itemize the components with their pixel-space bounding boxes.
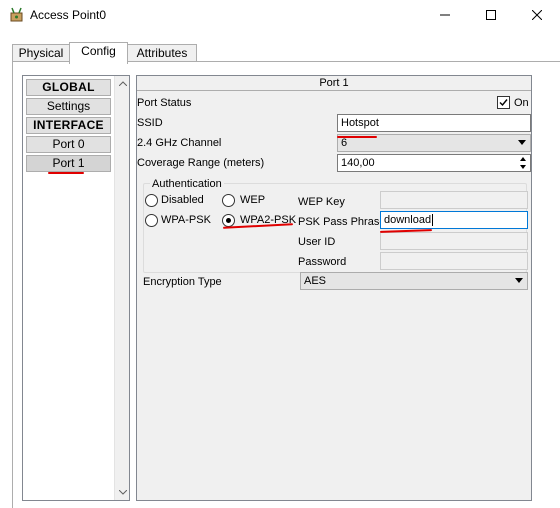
ssid-label: SSID <box>137 117 163 129</box>
sidebar-scrollbar[interactable] <box>114 76 129 500</box>
radio-disabled[interactable] <box>145 194 158 207</box>
port-status-checkbox[interactable] <box>497 96 510 109</box>
text-cursor <box>432 214 434 227</box>
channel-value: 6 <box>341 137 348 149</box>
annotation-underline-ssid <box>337 136 377 138</box>
user-id-label: User ID <box>298 236 336 248</box>
pane-title: Port 1 <box>137 76 531 91</box>
encryption-type-select[interactable]: AES <box>300 272 528 290</box>
chevron-down-icon <box>515 278 523 283</box>
radio-wpa-psk-label: WPA-PSK <box>161 214 211 226</box>
maximize-button[interactable] <box>468 0 514 31</box>
password-input[interactable] <box>380 252 528 270</box>
access-point-icon <box>9 7 25 23</box>
ssid-input[interactable]: Hotspot <box>337 114 531 132</box>
encryption-type-label: Encryption Type <box>143 276 222 288</box>
tab-config[interactable]: Config <box>69 42 128 64</box>
close-icon <box>531 9 543 23</box>
spin-down-icon[interactable] <box>516 163 530 171</box>
coverage-label: Coverage Range (meters) <box>137 157 265 169</box>
radio-wep[interactable] <box>222 194 235 207</box>
minimize-button[interactable] <box>422 0 468 31</box>
sidebar-item-global[interactable]: GLOBAL <box>26 79 111 96</box>
psk-pass-phrase-input[interactable]: download <box>380 211 528 229</box>
psk-pass-phrase-value: download <box>384 214 432 226</box>
chevron-down-icon <box>518 140 526 145</box>
sidebar-item-settings[interactable]: Settings <box>26 98 111 115</box>
scroll-down-icon[interactable] <box>115 485 130 500</box>
radio-selected-dot <box>226 218 231 223</box>
window-title: Access Point0 <box>30 8 107 22</box>
close-button[interactable] <box>514 0 560 31</box>
spin-up-icon[interactable] <box>516 155 530 163</box>
user-id-input[interactable] <box>380 232 528 250</box>
title-bar: Access Point0 <box>0 0 560 32</box>
port-status-on-label: On <box>514 97 529 109</box>
minimize-icon <box>440 9 450 23</box>
scroll-up-icon[interactable] <box>115 76 130 91</box>
spinner-buttons <box>516 155 530 171</box>
sidebar-item-interface[interactable]: INTERFACE <box>26 117 111 134</box>
port-status-label: Port Status <box>137 97 192 109</box>
wep-key-input[interactable] <box>380 191 528 209</box>
config-sidebar: GLOBAL Settings INTERFACE Port 0 Port 1 <box>22 75 130 501</box>
psk-pass-phrase-label: PSK Pass Phrase <box>298 216 386 228</box>
radio-wpa2-psk[interactable] <box>222 214 235 227</box>
tab-strip: Physical Config Attributes <box>0 32 560 64</box>
coverage-value: 140,00 <box>341 157 375 169</box>
radio-wpa-psk[interactable] <box>145 214 158 227</box>
radio-disabled-label: Disabled <box>161 194 204 206</box>
wep-key-label: WEP Key <box>298 196 345 208</box>
sidebar-item-port-1[interactable]: Port 1 <box>26 155 111 172</box>
sidebar-item-port-0[interactable]: Port 0 <box>26 136 111 153</box>
maximize-icon <box>486 9 496 23</box>
channel-label: 2.4 GHz Channel <box>137 137 222 149</box>
coverage-spinner[interactable]: 140,00 <box>337 154 531 172</box>
encryption-type-value: AES <box>304 275 327 287</box>
port-config-pane: Port 1 Port Status On SSID Hotspot 2.4 G… <box>136 75 532 501</box>
annotation-underline-port-1 <box>48 172 84 174</box>
authentication-group-label: Authentication <box>150 178 224 190</box>
radio-wep-label: WEP <box>240 194 266 206</box>
password-label: Password <box>298 256 347 268</box>
